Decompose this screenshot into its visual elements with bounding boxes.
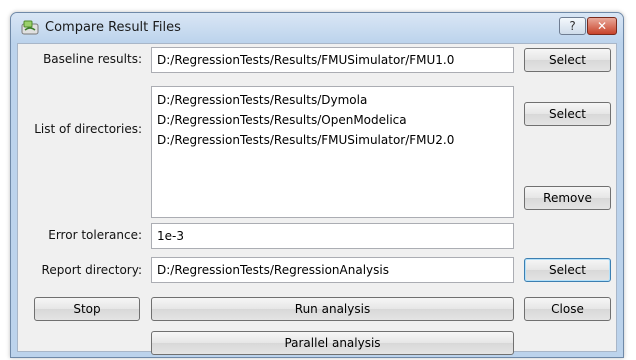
baseline-results-field[interactable]: D:/RegressionTests/Results/FMUSimulator/… [151, 47, 514, 73]
list-of-directories-label: List of directories: [34, 122, 142, 136]
stop-button[interactable]: Stop [34, 297, 140, 321]
list-item[interactable]: D:/RegressionTests/Results/Dymola [157, 90, 508, 110]
error-tolerance-label: Error tolerance: [48, 228, 142, 242]
baseline-results-label: Baseline results: [43, 52, 142, 66]
window-title: Compare Result Files [45, 20, 181, 35]
error-tolerance-field[interactable]: 1e-3 [151, 223, 514, 249]
remove-button[interactable]: Remove [524, 186, 611, 210]
report-directory-field[interactable]: D:/RegressionTests/RegressionAnalysis [151, 257, 514, 283]
app-icon [21, 20, 39, 35]
directories-list[interactable]: D:/RegressionTests/Results/Dymola D:/Reg… [151, 86, 514, 218]
close-button[interactable]: Close [524, 297, 611, 321]
baseline-select-button[interactable]: Select [524, 48, 611, 72]
list-item[interactable]: D:/RegressionTests/Results/OpenModelica [157, 110, 508, 130]
parallel-analysis-button[interactable]: Parallel analysis [151, 331, 514, 355]
directories-select-button[interactable]: Select [524, 102, 611, 126]
close-window-button[interactable]: ✕ [587, 17, 617, 35]
help-button[interactable]: ? [559, 17, 586, 35]
compare-result-files-dialog: Compare Result Files ? ✕ Baseline result… [10, 12, 624, 358]
report-directory-label: Report directory: [41, 263, 142, 277]
title-bar[interactable]: Compare Result Files ? ✕ [11, 13, 623, 43]
run-analysis-button[interactable]: Run analysis [151, 297, 514, 321]
dialog-body: Baseline results: D:/RegressionTests/Res… [17, 43, 617, 355]
list-item[interactable]: D:/RegressionTests/Results/FMUSimulator/… [157, 130, 508, 150]
report-select-button[interactable]: Select [524, 258, 611, 282]
